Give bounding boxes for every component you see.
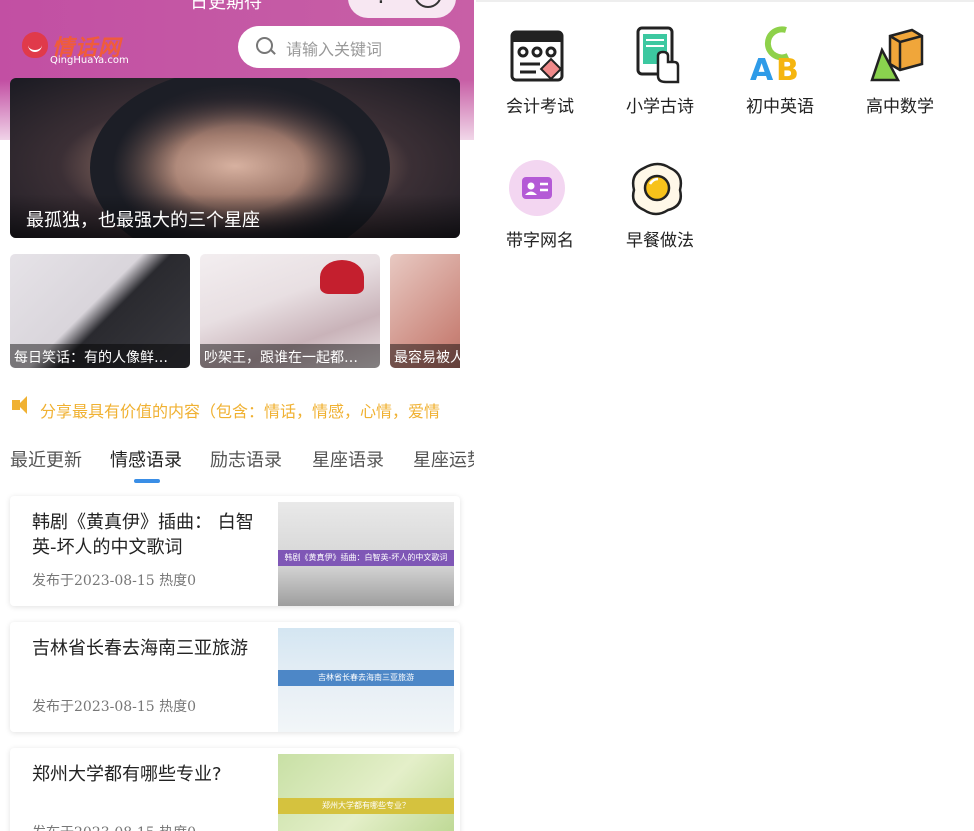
category-pane: 会计考试 小学古诗 A B 初中英语 高中数学 带字网名 早餐做法: [476, 0, 974, 831]
notice-bar: 分享最具有价值的内容（包含：情话，情感，心情，爱情: [10, 396, 465, 420]
thumbnail-title: 韩剧《黄真伊》插曲：白智英-坏人的中文歌词: [284, 553, 448, 562]
home-pane: 日更期待 ⋮ × 情话网 QingHuaYa.com 请输入关键词 最孤独，也最…: [0, 0, 474, 831]
tab-horoscope[interactable]: 星座运势: [413, 446, 474, 472]
fried-egg-icon: [631, 162, 683, 216]
article-meta: 发布于2023-08-15 热度0: [32, 573, 197, 589]
hero-banner[interactable]: 最孤独，也最强大的三个星座: [10, 78, 460, 238]
category-nickname[interactable]: 带字网名: [480, 160, 590, 260]
thumbnail-carousel: 每日笑话：有的人像鲜… 吵架王，跟谁在一起都… 最容易被人: [10, 254, 460, 368]
tab-latest[interactable]: 最近更新: [10, 446, 82, 472]
more-dots-icon[interactable]: ⋮: [370, 0, 392, 12]
logo-domain: QingHuaYa.com: [50, 55, 129, 66]
article-title: 吉林省长春去海南三亚旅游: [32, 638, 248, 659]
tab-emotion[interactable]: 情感语录: [110, 446, 182, 472]
thumbnail-card[interactable]: 最容易被人: [390, 254, 460, 368]
article-thumbnail: 郑州大学都有哪些专业？: [278, 754, 454, 831]
article-title: 郑州大学都有哪些专业?: [32, 764, 222, 785]
category-primary-poetry[interactable]: 小学古诗: [600, 26, 710, 126]
category-accounting-exam[interactable]: 会计考试: [480, 26, 590, 126]
thumbnail-title: 郑州大学都有哪些专业？: [322, 801, 410, 810]
mini-program-capsule: ⋮ ×: [348, 0, 456, 18]
banner-caption: 最孤独，也最强大的三个星座: [10, 194, 460, 238]
id-card-icon: [509, 160, 565, 216]
article-card[interactable]: 韩剧《黄真伊》插曲： 白智英-坏人的中文歌词 发布于2023-08-15 热度0…: [10, 496, 460, 606]
divider: [476, 0, 974, 2]
category-senior-math[interactable]: 高中数学: [840, 26, 950, 126]
article-meta: 发布于2023-08-15 热度0: [32, 822, 196, 831]
app-title: 日更期待: [190, 0, 262, 13]
tablet-poetry-icon: [636, 26, 680, 84]
notice-text: 分享最具有价值的内容（包含：情话，情感，心情，爱情: [40, 402, 441, 420]
tab-motivation[interactable]: 励志语录: [210, 446, 282, 472]
search-placeholder: 请输入关键词: [286, 40, 383, 59]
category-label: 会计考试: [506, 97, 574, 117]
tab-zodiac-quotes[interactable]: 星座语录: [312, 446, 384, 472]
article-card[interactable]: 郑州大学都有哪些专业? 发布于2023-08-15 热度0 郑州大学都有哪些专业…: [10, 748, 460, 831]
accounting-exam-icon: [510, 30, 564, 82]
category-label: 初中英语: [746, 97, 814, 117]
thumbnail-label: 每日笑话：有的人像鲜…: [14, 350, 168, 366]
close-circle-icon[interactable]: ×: [414, 0, 442, 8]
svg-text:B: B: [776, 53, 799, 84]
svg-text:A: A: [750, 53, 774, 84]
category-breakfast[interactable]: 早餐做法: [600, 160, 710, 260]
strawberry-logo-icon: [22, 32, 48, 58]
category-label: 高中数学: [866, 97, 934, 117]
category-junior-english[interactable]: A B 初中英语: [720, 26, 830, 126]
category-label: 小学古诗: [626, 97, 694, 117]
abc-letters-icon: A B: [750, 26, 799, 84]
category-tabs: 最近更新 情感语录 励志语录 星座语录 星座运势: [0, 446, 474, 486]
thumbnail-label: 最容易被人: [394, 350, 460, 366]
site-logo[interactable]: 情话网 QingHuaYa.com: [22, 30, 142, 66]
article-thumbnail: 韩剧《黄真伊》插曲：白智英-坏人的中文歌词: [278, 502, 454, 606]
search-bar[interactable]: 请输入关键词: [238, 26, 460, 68]
article-meta: 发布于2023-08-15 热度0: [32, 699, 197, 715]
thumbnail-card[interactable]: 每日笑话：有的人像鲜…: [10, 254, 190, 368]
thumbnail-title: 吉林省长春去海南三亚旅游: [318, 673, 414, 682]
speaker-icon: [12, 396, 27, 414]
article-card[interactable]: 吉林省长春去海南三亚旅游 发布于2023-08-15 热度0 吉林省长春去海南三…: [10, 622, 460, 732]
thumbnail-label: 吵架王，跟谁在一起都…: [204, 350, 358, 366]
banner-caption-text: 最孤独，也最强大的三个星座: [26, 210, 260, 231]
article-title: 韩剧《黄真伊》插曲： 白智英-坏人的中文歌词: [32, 512, 254, 558]
category-label: 带字网名: [506, 231, 574, 251]
geometry-shapes-icon: [870, 28, 924, 82]
search-icon: [256, 37, 273, 54]
article-thumbnail: 吉林省长春去海南三亚旅游: [278, 628, 454, 732]
thumbnail-card[interactable]: 吵架王，跟谁在一起都…: [200, 254, 380, 368]
category-label: 早餐做法: [626, 231, 694, 251]
active-tab-indicator: [134, 479, 160, 483]
